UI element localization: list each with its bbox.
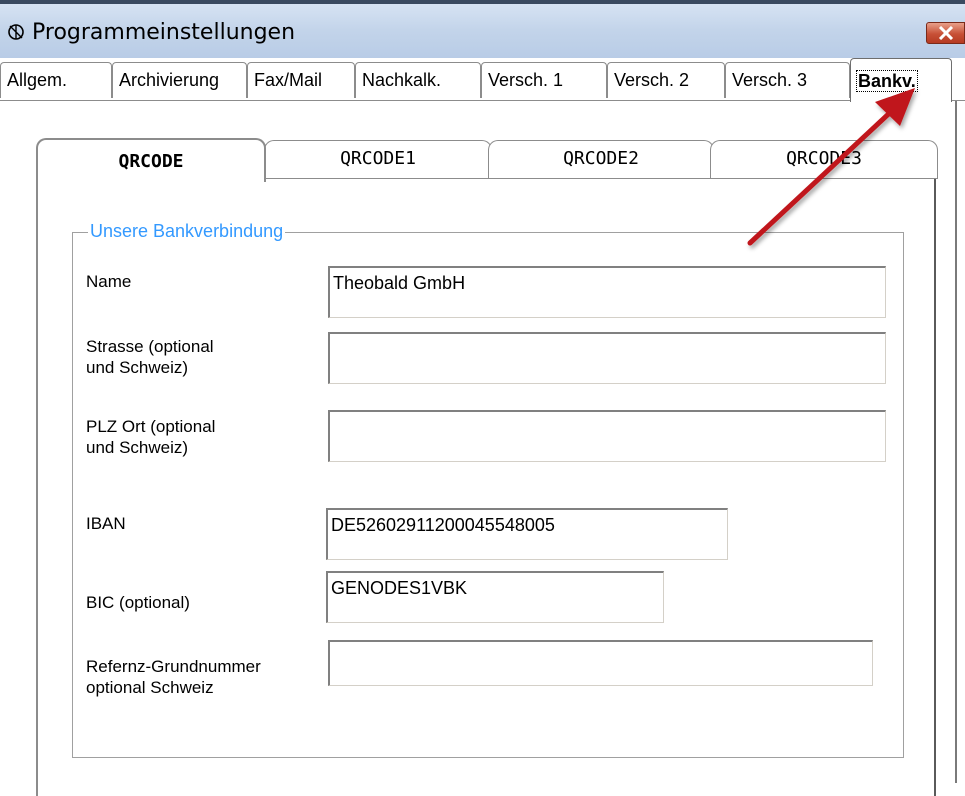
close-icon <box>938 26 954 40</box>
tab-panel-border <box>952 100 965 101</box>
tab-label: Nachkalk. <box>362 70 442 90</box>
name-field[interactable]: Theobald GmbH <box>328 266 886 318</box>
plz-ort-field[interactable] <box>328 410 886 462</box>
tab-qrcode[interactable]: QRCODE <box>36 138 266 182</box>
title-bar: Programmeinstellungen <box>0 0 965 62</box>
tab-versch-2[interactable]: Versch. 2 <box>607 62 725 98</box>
tab-label: Versch. 2 <box>614 70 690 90</box>
tab-label: Archivierung <box>119 70 220 90</box>
tab-label: Allgem. <box>7 70 68 90</box>
tab-panel-border <box>0 100 850 101</box>
name-label: Name <box>86 272 132 291</box>
close-button[interactable] <box>926 22 965 44</box>
referenz-field[interactable] <box>328 640 873 686</box>
tab-label: Versch. 1 <box>488 70 564 90</box>
referenz-label: Refernz-Grundnummer optional Schweiz <box>86 657 261 697</box>
groupbox-legend: Unsere Bankverbindung <box>88 221 286 242</box>
tab-versch-1[interactable]: Versch. 1 <box>481 62 607 98</box>
tab-allgem[interactable]: Allgem. <box>0 62 112 98</box>
bic-field[interactable]: GENODES1VBK <box>326 571 664 623</box>
strasse-label: Strasse (optional und Schweiz) <box>86 337 214 377</box>
iban-field[interactable]: DE52602911200045548005 <box>326 508 728 560</box>
iban-label: IBAN <box>86 514 126 533</box>
tab-archivierung[interactable]: Archivierung <box>112 62 247 98</box>
plz-ort-label: PLZ Ort (optional und Schweiz) <box>86 417 216 457</box>
tab-qrcode2[interactable]: QRCODE2 <box>488 140 714 178</box>
settings-icon <box>8 24 24 40</box>
tab-panel-edge <box>955 101 957 783</box>
tab-label: Fax/Mail <box>254 70 323 90</box>
tab-nachkalk[interactable]: Nachkalk. <box>355 62 481 98</box>
strasse-field[interactable] <box>328 332 886 384</box>
tab-fax-mail[interactable]: Fax/Mail <box>247 62 355 98</box>
window-title: Programmeinstellungen <box>32 20 296 45</box>
bic-label: BIC (optional) <box>86 593 190 612</box>
red-arrow-icon <box>747 88 915 246</box>
tab-qrcode1[interactable]: QRCODE1 <box>264 140 492 178</box>
